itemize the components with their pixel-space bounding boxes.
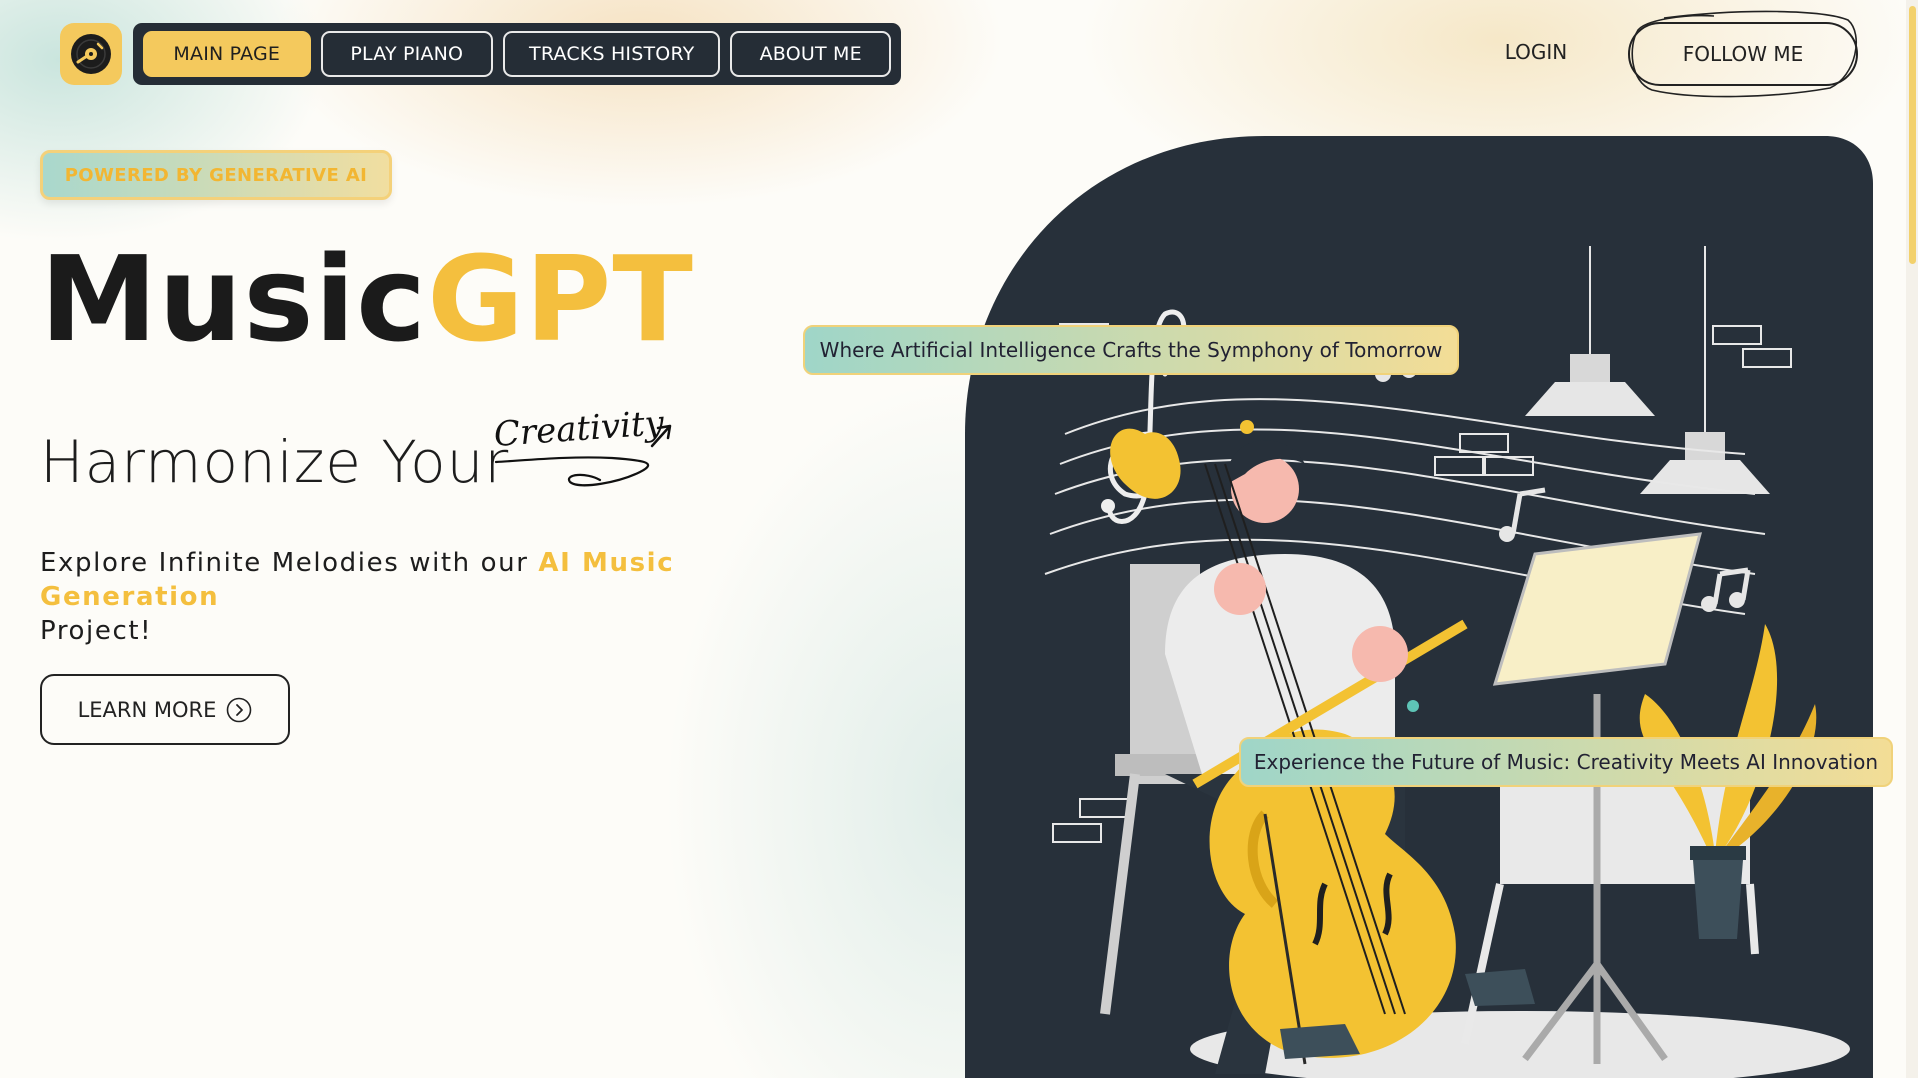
scrollbar-thumb[interactable]: [1909, 6, 1916, 264]
page-scrollbar[interactable]: [1906, 0, 1918, 1078]
creativity-script-label: Creativity: [493, 403, 666, 455]
hero-subtitle: Harmonize Your: [40, 428, 510, 496]
creativity-script-text: Creativity: [493, 403, 672, 487]
hero-title-accent: GPT: [427, 230, 694, 368]
follow-me-button[interactable]: FOLLOW ME: [1628, 22, 1858, 86]
nav-tracks-history[interactable]: TRACKS HISTORY: [503, 31, 721, 77]
nav-main-page[interactable]: MAIN PAGE: [143, 31, 311, 77]
site-logo[interactable]: [60, 23, 122, 85]
hero-description: Explore Infinite Melodies with our AI Mu…: [40, 546, 830, 648]
description-text-end: Project!: [40, 616, 153, 646]
learn-more-button[interactable]: LEARN MORE: [40, 674, 290, 745]
nav-play-piano[interactable]: PLAY PIANO: [320, 31, 494, 77]
chevron-right-circle-icon: [227, 697, 252, 722]
powered-by-badge: POWERED BY GENERATIVE AI: [40, 150, 392, 200]
hero-title-main: Music: [40, 230, 428, 368]
learn-more-label: LEARN MORE: [77, 697, 217, 722]
description-text: Explore Infinite Melodies with our: [40, 548, 539, 578]
hero-title: MusicGPT: [40, 240, 694, 358]
cellist-illustration: [965, 136, 1873, 1078]
nav-about-me[interactable]: ABOUT ME: [730, 31, 891, 77]
caption-tagline-top: Where Artificial Intelligence Crafts the…: [803, 325, 1459, 375]
login-link[interactable]: LOGIN: [1496, 40, 1576, 64]
vinyl-record-icon: [71, 34, 111, 74]
main-nav: MAIN PAGE PLAY PIANO TRACKS HISTORY ABOU…: [133, 23, 901, 85]
caption-tagline-bottom: Experience the Future of Music: Creativi…: [1239, 737, 1893, 787]
